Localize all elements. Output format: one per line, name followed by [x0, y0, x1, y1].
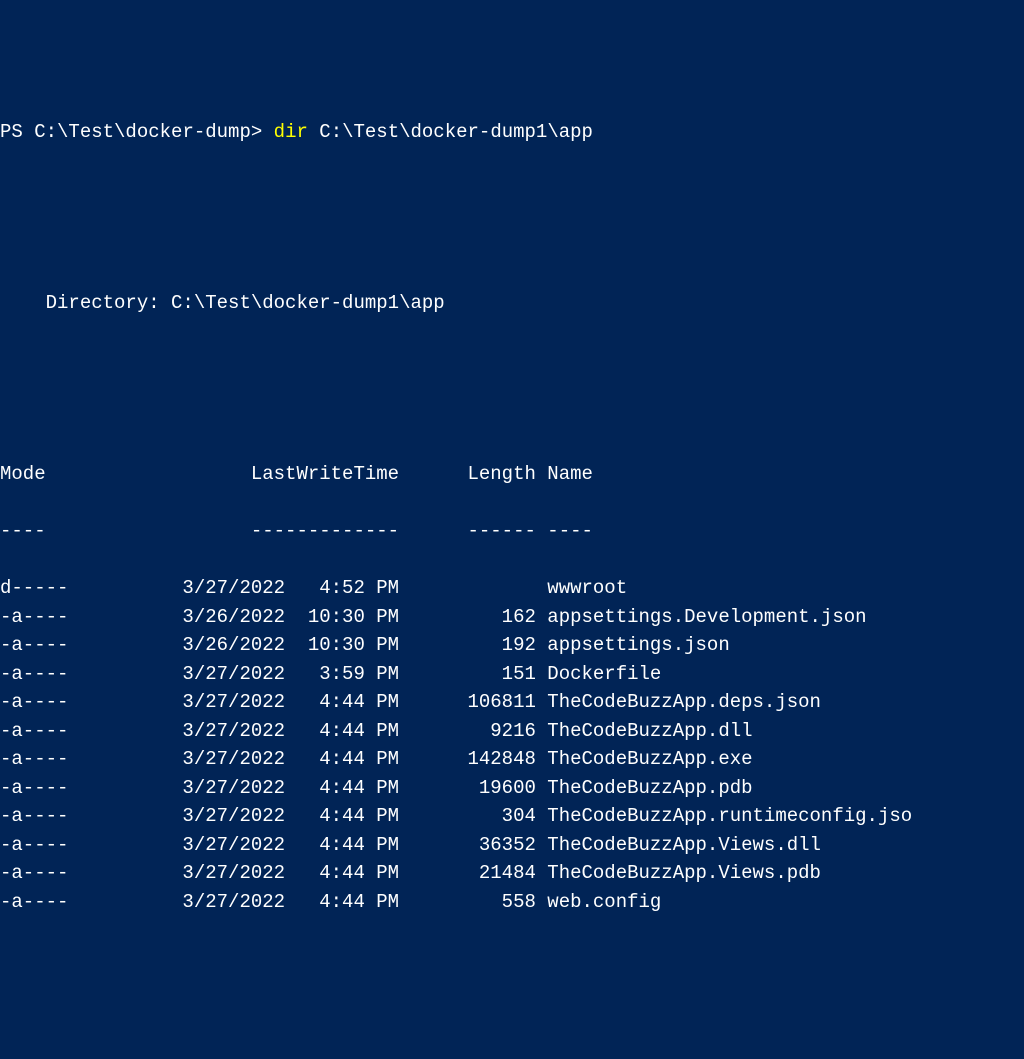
- ps-prefix: PS: [0, 121, 34, 143]
- table-header-underline: ---- ------------- ------ ----: [0, 517, 1024, 546]
- command: dir: [274, 121, 308, 143]
- table-row: -a---- 3/27/2022 4:44 PM 558 web.config: [0, 888, 1024, 917]
- directory-header: Directory: C:\Test\docker-dump1\app: [0, 289, 1024, 318]
- table-row: -a---- 3/26/2022 10:30 PM 192 appsetting…: [0, 631, 1024, 660]
- table-row: -a---- 3/27/2022 3:59 PM 151 Dockerfile: [0, 660, 1024, 689]
- blank-line: [0, 403, 1024, 432]
- directory-path: C:\Test\docker-dump1\app: [171, 292, 445, 314]
- command-argument: C:\Test\docker-dump1\app: [308, 121, 593, 143]
- prompt-line[interactable]: PS C:\Test\docker-dump> dir C:\Test\dock…: [0, 114, 1024, 147]
- prompt-separator: >: [251, 121, 274, 143]
- current-working-directory: C:\Test\docker-dump: [34, 121, 251, 143]
- table-row: -a---- 3/27/2022 4:44 PM 36352 TheCodeBu…: [0, 831, 1024, 860]
- table-row: -a---- 3/27/2022 4:44 PM 19600 TheCodeBu…: [0, 774, 1024, 803]
- blank-line: [0, 232, 1024, 261]
- blank-line: [0, 346, 1024, 375]
- table-row: d----- 3/27/2022 4:52 PM wwwroot: [0, 574, 1024, 603]
- table-row: -a---- 3/27/2022 4:44 PM 9216 TheCodeBuz…: [0, 717, 1024, 746]
- table-row: -a---- 3/27/2022 4:44 PM 106811 TheCodeB…: [0, 688, 1024, 717]
- table-row: -a---- 3/27/2022 4:44 PM 142848 TheCodeB…: [0, 745, 1024, 774]
- table-header-row: Mode LastWriteTime Length Name: [0, 460, 1024, 489]
- directory-label: Directory:: [0, 292, 171, 314]
- table-row: -a---- 3/26/2022 10:30 PM 162 appsetting…: [0, 603, 1024, 632]
- blank-line: [0, 175, 1024, 204]
- table-row: -a---- 3/27/2022 4:44 PM 304 TheCodeBuzz…: [0, 802, 1024, 831]
- table-row: -a---- 3/27/2022 4:44 PM 21484 TheCodeBu…: [0, 859, 1024, 888]
